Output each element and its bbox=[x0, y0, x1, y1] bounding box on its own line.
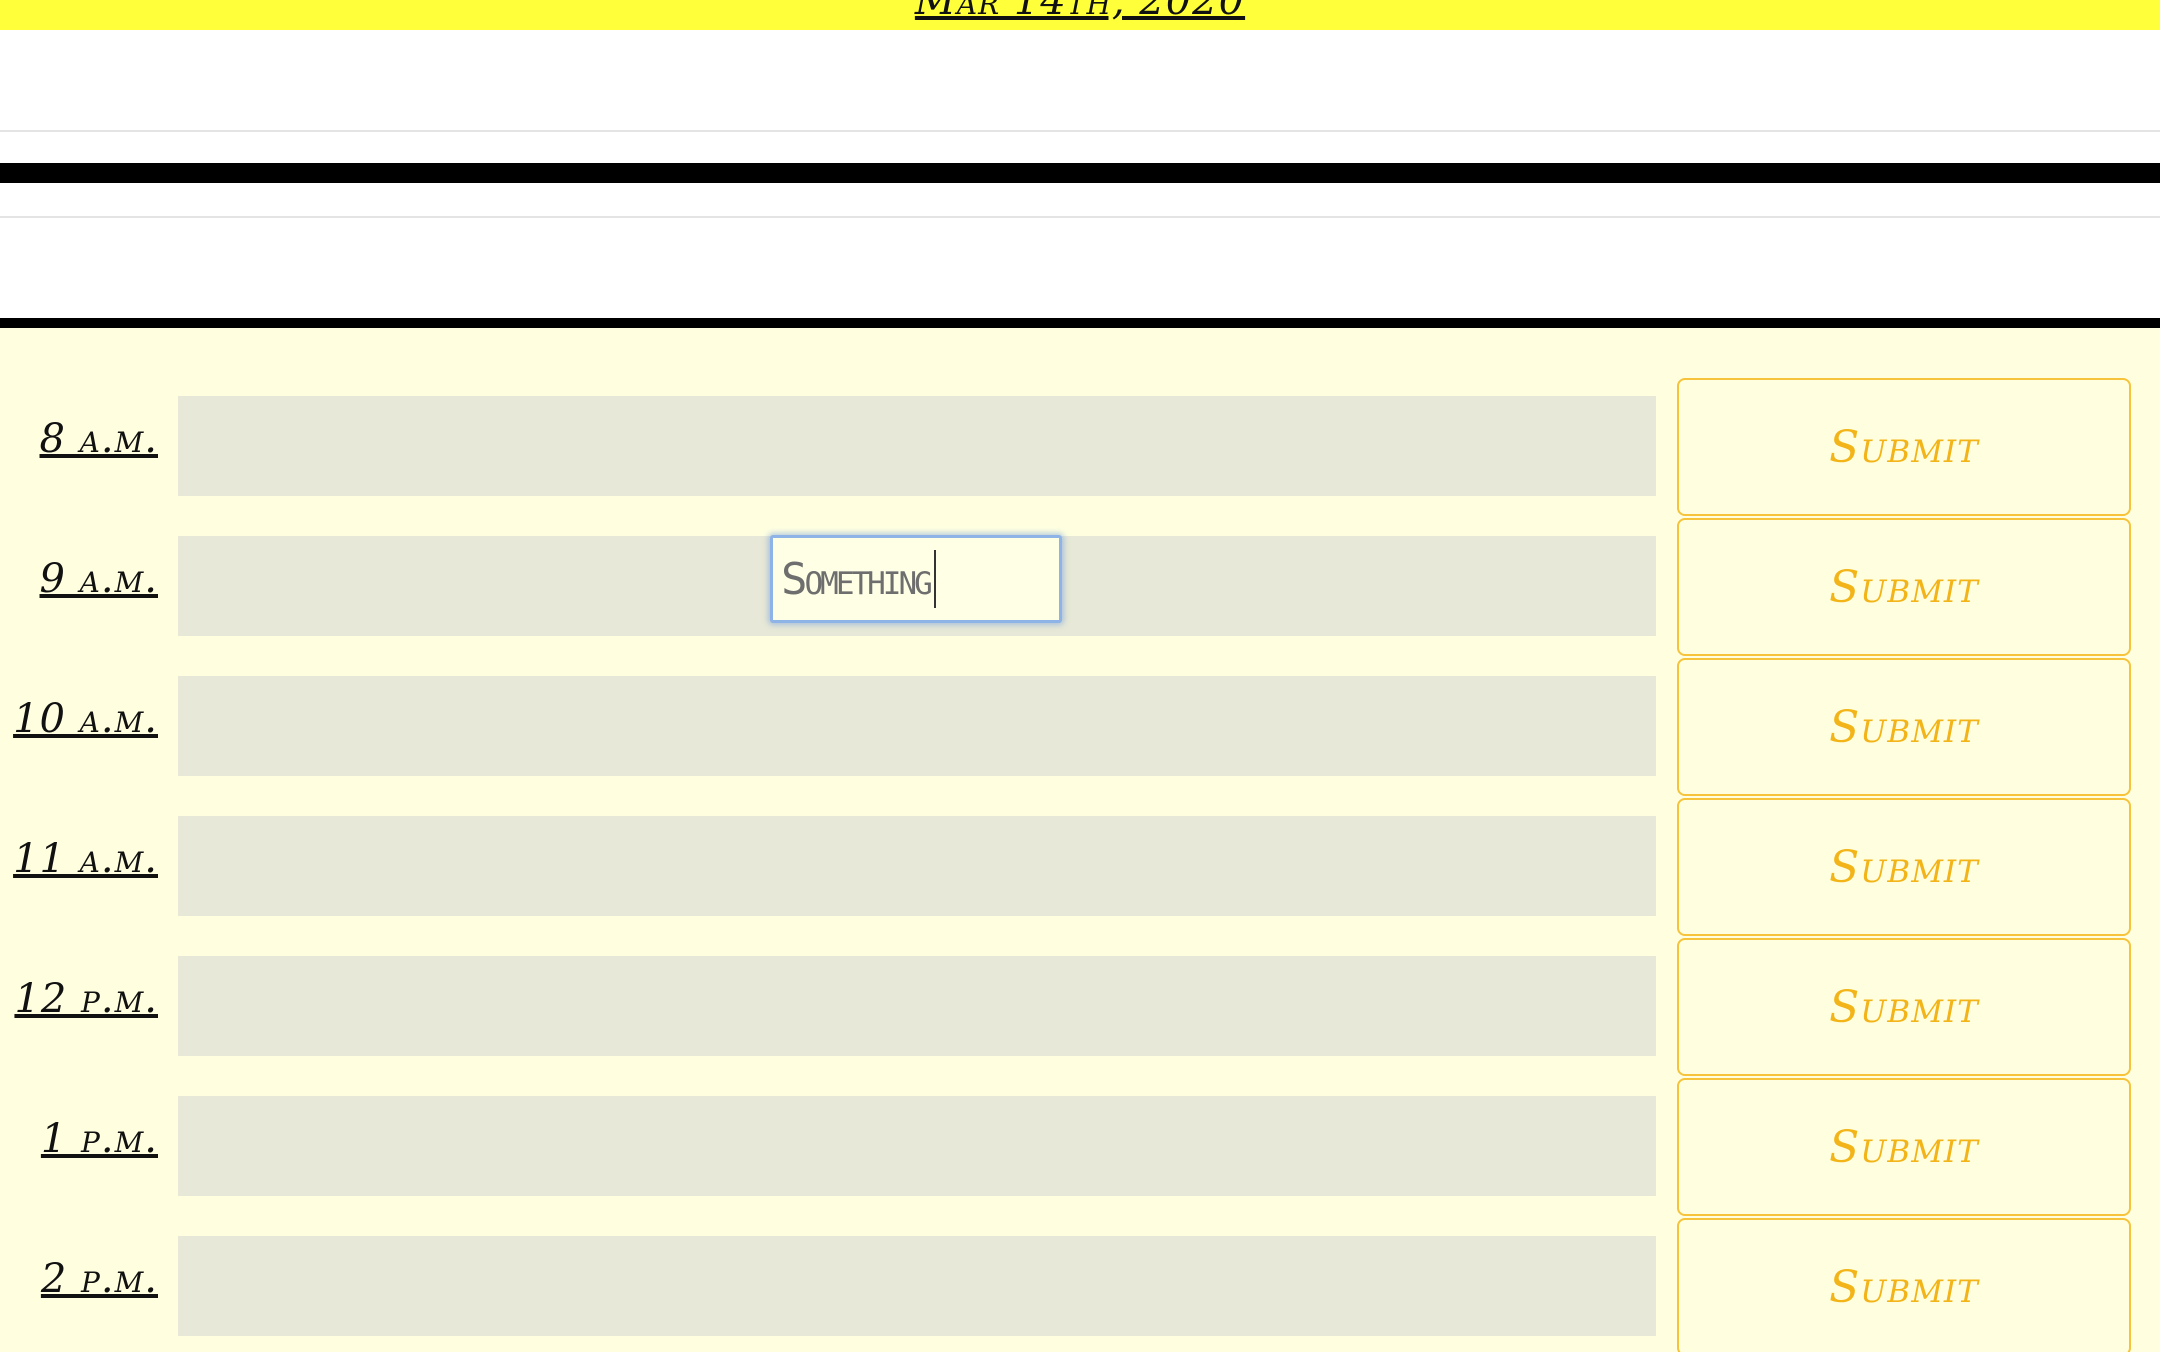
hour-label: 9 a.m. bbox=[39, 556, 158, 602]
header-bottom-border bbox=[0, 318, 2160, 328]
text-caret bbox=[933, 550, 936, 608]
submit-button[interactable]: Submit bbox=[1677, 938, 2131, 1076]
schedule-container: 8 a.m. Submit 9 a.m. Submit 10 a.m. Subm… bbox=[0, 328, 2160, 1352]
hour-label: 11 a.m. bbox=[13, 836, 158, 882]
hour-label: 12 p.m. bbox=[14, 976, 158, 1022]
event-slot[interactable] bbox=[178, 816, 1656, 916]
time-block-row: 12 p.m. Submit bbox=[0, 938, 2160, 1078]
event-slot[interactable] bbox=[178, 396, 1656, 496]
hour-label: 10 a.m. bbox=[13, 696, 158, 742]
time-block-row: 2 p.m. Submit bbox=[0, 1218, 2160, 1352]
submit-button[interactable]: Submit bbox=[1677, 518, 2131, 656]
event-slot[interactable] bbox=[178, 1096, 1656, 1196]
submit-button[interactable]: Submit bbox=[1677, 798, 2131, 936]
event-slot[interactable] bbox=[178, 956, 1656, 1056]
time-block-row: 8 a.m. Submit bbox=[0, 378, 2160, 518]
divider bbox=[0, 216, 2160, 218]
time-block-row: 11 a.m. Submit bbox=[0, 798, 2160, 938]
divider bbox=[0, 130, 2160, 132]
time-block-row: 1 p.m. Submit bbox=[0, 1078, 2160, 1218]
submit-button[interactable]: Submit bbox=[1677, 378, 2131, 516]
time-block-row: 10 a.m. Submit bbox=[0, 658, 2160, 798]
date-banner: Mar 14th, 2020 bbox=[0, 0, 2160, 30]
hour-label: 1 p.m. bbox=[40, 1116, 158, 1162]
submit-button[interactable]: Submit bbox=[1677, 1078, 2131, 1216]
submit-button[interactable]: Submit bbox=[1677, 658, 2131, 796]
event-slot[interactable] bbox=[178, 1236, 1656, 1336]
header-area bbox=[0, 30, 2160, 130]
thick-divider bbox=[0, 163, 2160, 183]
submit-button[interactable]: Submit bbox=[1677, 1218, 2131, 1352]
time-block-row: 9 a.m. Submit bbox=[0, 518, 2160, 658]
hour-label: 2 p.m. bbox=[40, 1256, 158, 1302]
event-text-value: Something bbox=[781, 553, 933, 605]
hour-label: 8 a.m. bbox=[39, 416, 158, 462]
day-planner-page: Mar 14th, 2020 8 a.m. Submit 9 a.m. Subm… bbox=[0, 0, 2160, 1352]
current-date: Mar 14th, 2020 bbox=[914, 0, 1246, 24]
event-text-input[interactable]: Something bbox=[770, 535, 1062, 623]
event-slot[interactable] bbox=[178, 676, 1656, 776]
